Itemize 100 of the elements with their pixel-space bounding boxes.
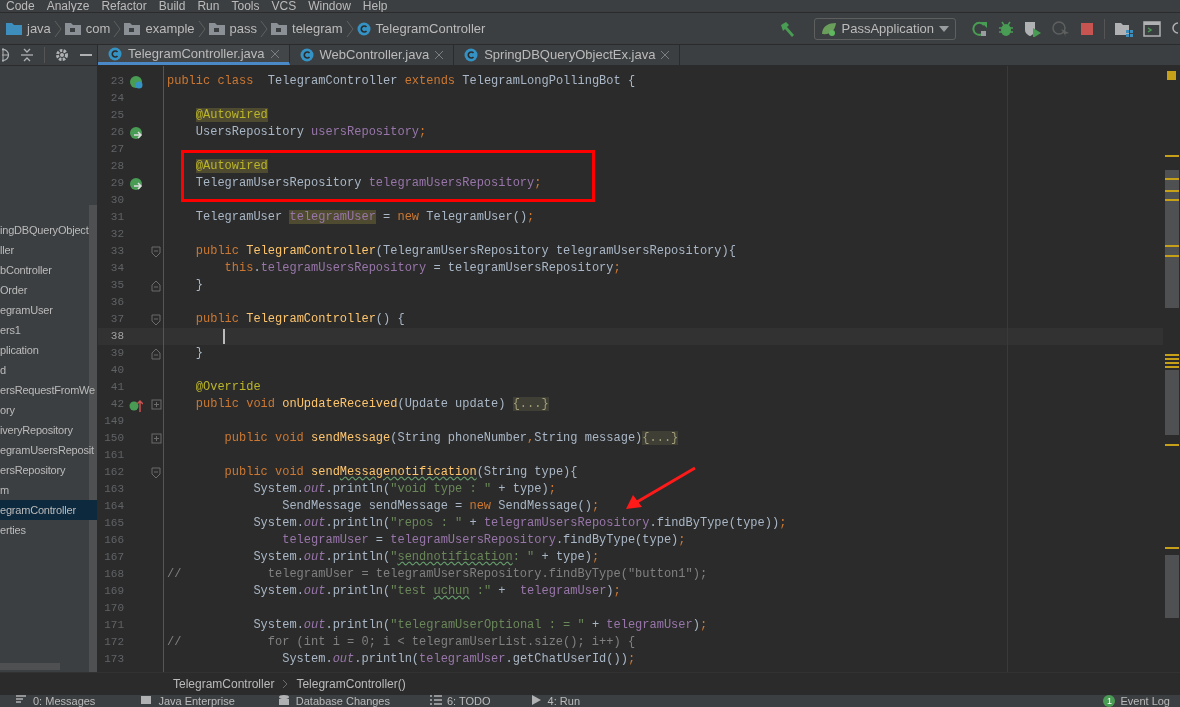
close-icon[interactable] [661, 51, 670, 59]
line-number: 31 [109, 210, 124, 226]
tool-window-button[interactable]: 1 Event Log [1103, 695, 1170, 707]
expand-marker-icon[interactable] [150, 432, 162, 445]
tree-item[interactable]: egramController [0, 500, 97, 520]
tree-item[interactable]: Order [0, 280, 97, 300]
tool-window-button[interactable]: 0: Messages [16, 695, 96, 707]
class-icon [464, 48, 479, 62]
project-structure-icon[interactable] [1115, 20, 1133, 37]
line-number: 173 [103, 652, 124, 668]
tree-item[interactable]: egramUser [0, 300, 97, 320]
tree-item[interactable]: egramUsersReposit [0, 440, 97, 460]
fold-marker-icon[interactable] [150, 466, 162, 479]
code-line: System.out.println("repos : " + telegramUsersRepository.findByType(type)); [252, 515, 787, 532]
breadcrumb-item[interactable]: com [85, 18, 111, 39]
settings-icon[interactable] [55, 48, 69, 62]
breadcrumb-item[interactable]: telegram [292, 18, 343, 39]
line-number: 42 [109, 397, 124, 413]
breadcrumb-item[interactable]: TelegramController [375, 18, 486, 39]
text-cursor [223, 329, 225, 344]
code-line: System.out.println("telegramUserOptional : = " + telegramUser); [252, 617, 708, 634]
class-icon [108, 46, 122, 61]
code-line: public void onUpdateReceived(Update update) {...} [194, 396, 549, 413]
code-line: telegramUser = telegramUsersRepository.findByType(type); [281, 532, 686, 549]
class-gutter-icon[interactable] [129, 74, 143, 89]
terminal-icon[interactable] [1143, 20, 1161, 37]
target-icon[interactable] [2, 48, 10, 62]
tree-item[interactable]: ersRepository [0, 460, 97, 480]
tree-item[interactable]: plication [0, 340, 97, 360]
breadcrumb-item[interactable]: TelegramController [173, 674, 275, 693]
expand-marker-icon[interactable] [150, 398, 162, 411]
run-configuration-dropdown[interactable]: PassApplication [813, 17, 956, 40]
tree-item[interactable]: ersRequestFromWe [0, 380, 97, 400]
folder-icon [124, 22, 141, 35]
code-line: System.out.println("void type : " + type); [252, 481, 556, 498]
breadcrumb-item[interactable]: java [27, 18, 51, 39]
menu-item[interactable]: Build [152, 0, 192, 12]
editor-tab[interactable]: WebController.java [289, 45, 455, 65]
line-number: 164 [103, 499, 124, 515]
rerun-icon[interactable] [972, 20, 988, 37]
code-line: SendMessage sendMessage = new SendMessage(); [281, 498, 600, 515]
breadcrumb-item[interactable]: TelegramController() [296, 674, 406, 693]
tree-item[interactable]: ingDBQueryObject [0, 220, 97, 240]
code-line: public TelegramController(TelegramUsersRepository telegramUsersRepository){ [194, 243, 736, 260]
tree-item[interactable]: bController [0, 260, 97, 280]
code-line: UsersRepository usersRepository; [194, 124, 427, 141]
code-line: System.out.println("test uchun :" + telegramUser); [252, 583, 621, 600]
fold-marker-icon[interactable] [150, 313, 162, 326]
menu-item[interactable]: Code [0, 0, 41, 12]
bean-gutter-icon[interactable] [129, 176, 143, 191]
code-line: } [194, 345, 203, 362]
tree-item[interactable]: ller [0, 240, 97, 260]
stop-icon[interactable] [1080, 21, 1094, 36]
tool-window-button[interactable]: Java Enterprise [141, 695, 235, 707]
breadcrumb-item[interactable]: pass [229, 18, 258, 39]
line-number: 36 [109, 295, 124, 311]
fold-marker-icon[interactable] [150, 245, 162, 258]
code-line: TelegramUser telegramUser = new TelegramUser(); [194, 209, 535, 226]
tree-item[interactable]: m [0, 480, 97, 500]
tree-item[interactable]: ers1 [0, 320, 97, 340]
messages-icon [16, 695, 28, 705]
menu-item[interactable]: Window [302, 0, 357, 12]
tree-item[interactable]: ory [0, 400, 97, 420]
code-line: public TelegramController() { [194, 311, 405, 328]
menu-item[interactable]: Analyze [40, 0, 96, 12]
menu-item[interactable]: Tools [225, 0, 266, 12]
fold-marker-icon[interactable] [150, 279, 162, 292]
editor-tab[interactable]: SpringDBQueryObjectEx.java [454, 45, 681, 65]
folder-icon [64, 22, 81, 35]
enterprise-icon [141, 695, 154, 705]
folder-icon [208, 22, 225, 35]
code-line: TelegramUsersRepository telegramUsersRepository; [194, 175, 542, 192]
search-icon[interactable] [1171, 20, 1178, 37]
class-icon [299, 48, 314, 62]
code-line: System.out.println(telegramUser.getChatUserId()); [281, 651, 636, 668]
line-number: 24 [109, 91, 124, 107]
override-gutter-icon[interactable] [129, 397, 143, 412]
fold-marker-icon[interactable] [150, 347, 162, 360]
chevron-icon [260, 19, 269, 38]
menu-item[interactable]: VCS [265, 0, 303, 12]
bean-gutter-icon[interactable] [129, 125, 143, 140]
menu-item[interactable]: Run [191, 0, 226, 12]
close-icon[interactable] [270, 49, 279, 58]
coverage-icon[interactable] [1024, 20, 1042, 37]
menu-item[interactable]: Refactor [95, 0, 153, 12]
line-number: 23 [109, 74, 124, 90]
menu-item[interactable]: Help [356, 0, 394, 12]
tool-window-button[interactable]: 6: TODO [430, 695, 491, 707]
close-icon[interactable] [435, 51, 444, 59]
bug-icon[interactable] [998, 20, 1014, 37]
tree-item[interactable]: erties [0, 520, 97, 540]
tree-item[interactable]: iveryRepository [0, 420, 97, 440]
line-number: 171 [103, 618, 124, 634]
breadcrumb-item[interactable]: example [145, 18, 195, 39]
profiler-icon[interactable] [1052, 20, 1070, 37]
todo-icon [430, 695, 442, 705]
tool-window-button[interactable]: Database Changes [278, 695, 390, 707]
tree-item[interactable]: d [0, 360, 97, 380]
collapse-icon[interactable] [20, 48, 34, 62]
tool-window-button[interactable]: 4: Run [530, 695, 581, 707]
